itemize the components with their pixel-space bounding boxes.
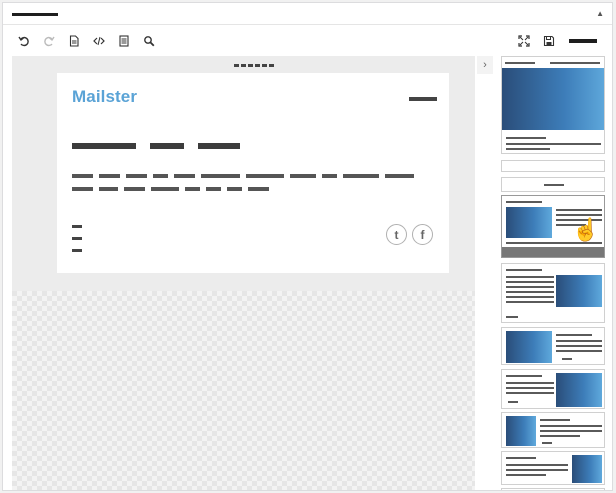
module-thumbnail-divider[interactable] (501, 160, 605, 172)
facebook-glyph: f (420, 227, 425, 242)
module-thumbnail-small-image[interactable] (501, 412, 605, 448)
module-thumbnail-image-text[interactable] (501, 327, 605, 365)
module-thumbnail-partial[interactable] (501, 488, 605, 490)
undo-icon[interactable] (17, 34, 31, 48)
editor-toolbar (3, 26, 612, 56)
panel-titlebar[interactable]: ▲ (3, 3, 612, 25)
code-icon[interactable] (92, 34, 106, 48)
save-icon[interactable] (542, 34, 556, 48)
redo-icon[interactable] (42, 34, 56, 48)
canvas-preview-area: Mailster t f (12, 56, 475, 291)
email-header-link[interactable] (409, 97, 437, 101)
device-label (234, 64, 274, 67)
collapse-arrow-icon[interactable]: ▲ (596, 9, 604, 19)
email-paragraph[interactable] (72, 174, 432, 200)
module-thumbnail-text-image[interactable] (501, 369, 605, 409)
email-logo[interactable]: Mailster (72, 87, 137, 107)
module-thumbnail-small-image-right[interactable] (501, 451, 605, 485)
list-icon[interactable] (117, 34, 131, 48)
twitter-glyph: t (394, 227, 399, 242)
search-icon[interactable] (142, 34, 156, 48)
module-thumbnail-image-right[interactable] (501, 263, 605, 323)
hand-cursor-icon: ☝ (572, 217, 600, 242)
document-icon[interactable] (67, 34, 81, 48)
editor-frame: ▲ Mailster t f › ☝ (2, 2, 613, 491)
sidebar-toggle-button[interactable]: › (477, 56, 493, 74)
module-thumbnail-button[interactable] (501, 177, 605, 192)
panel-title (12, 13, 58, 16)
module-thumbnail-header[interactable] (501, 56, 605, 154)
email-footer-links[interactable] (72, 225, 82, 261)
facebook-icon[interactable]: f (412, 224, 433, 245)
save-button[interactable] (569, 39, 597, 43)
email-canvas[interactable]: Mailster t f (12, 56, 475, 490)
email-headline[interactable] (72, 143, 240, 149)
fullscreen-icon[interactable] (517, 34, 531, 48)
email-preview[interactable]: Mailster t f (57, 73, 449, 273)
modules-sidebar[interactable] (501, 56, 607, 490)
twitter-icon[interactable]: t (386, 224, 407, 245)
chevron-right-icon: › (483, 59, 487, 71)
